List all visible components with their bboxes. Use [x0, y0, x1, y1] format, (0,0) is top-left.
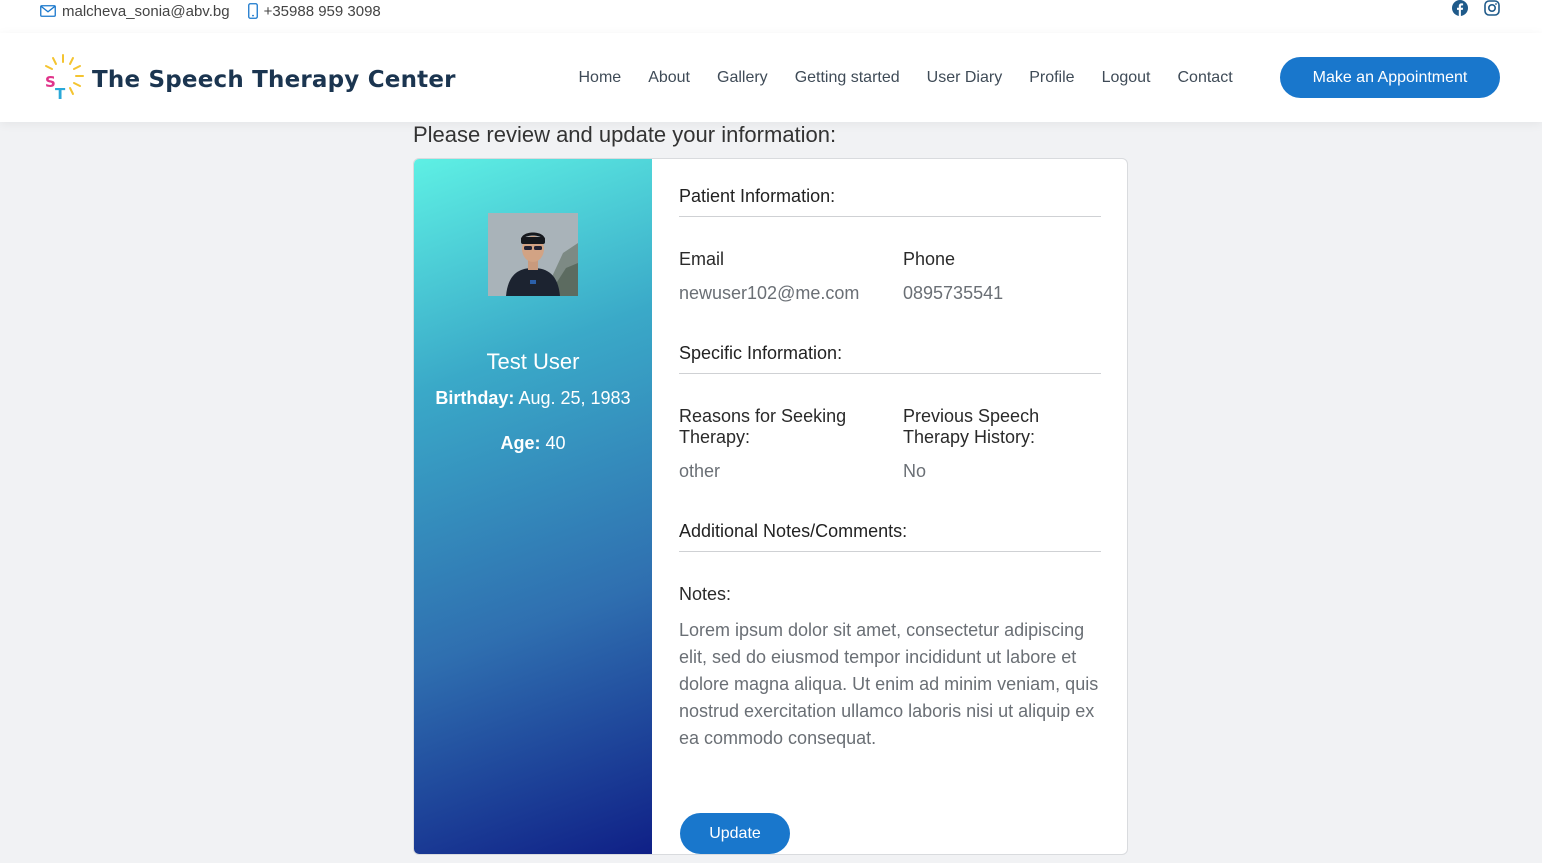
avatar: [488, 213, 578, 296]
top-contact-bar: malcheva_sonia@abv.bg +35988 959 3098: [0, 0, 1542, 33]
nav-gallery[interactable]: Gallery: [704, 69, 782, 87]
update-button[interactable]: Update: [680, 813, 790, 854]
social-links: [1452, 0, 1500, 20]
nav-profile[interactable]: Profile: [1016, 69, 1088, 87]
contact-email-text: malcheva_sonia@abv.bg: [62, 2, 230, 20]
birthday-label: Birthday:: [435, 388, 515, 408]
nav-home[interactable]: Home: [565, 69, 635, 87]
site-logo[interactable]: S T The Speech Therapy Center: [40, 53, 456, 106]
main-nav: Home About Gallery Getting started User …: [565, 33, 1246, 122]
envelope-icon: [40, 5, 56, 17]
user-age: Age: 40: [414, 433, 652, 454]
contact-phone-text: +35988 959 3098: [263, 2, 381, 20]
age-label: Age:: [500, 433, 541, 453]
age-value: 40: [545, 433, 566, 453]
sun-logo-icon: S T: [40, 53, 86, 106]
user-name: Test User: [486, 349, 580, 374]
main-header: S T The Speech Therapy Center Home About…: [0, 33, 1542, 122]
notes-label: Notes:: [679, 584, 732, 604]
nav-contact[interactable]: Contact: [1164, 69, 1246, 87]
notes-title: Additional Notes/Comments:: [679, 521, 1101, 552]
nav-logout[interactable]: Logout: [1088, 69, 1164, 87]
phone-value: 0895735541: [903, 283, 1004, 303]
notes-text: Lorem ipsum dolor sit amet, consectetur …: [679, 620, 1099, 748]
email-label: Email: [679, 249, 725, 269]
svg-text:T: T: [55, 85, 66, 101]
contact-email[interactable]: malcheva_sonia@abv.bg: [40, 3, 230, 20]
history-value: No: [903, 461, 927, 481]
profile-card: Test User Birthday: Aug. 25, 1983 Age: 4…: [413, 158, 1128, 855]
email-value: newuser102@me.com: [679, 283, 860, 303]
nav-about[interactable]: About: [635, 69, 704, 87]
history-label: Previous Speech Therapy History:: [903, 406, 1040, 447]
make-appointment-button[interactable]: Make an Appointment: [1280, 57, 1500, 98]
logo-title: The Speech Therapy Center: [92, 66, 456, 93]
page-title: Please review and update your informatio…: [413, 122, 837, 147]
patient-info-title: Patient Information:: [679, 186, 1101, 217]
phone-label: Phone: [903, 249, 956, 269]
contact-phone[interactable]: +35988 959 3098: [247, 2, 381, 20]
user-birthday: Birthday: Aug. 25, 1983: [414, 388, 652, 409]
nav-getting-started[interactable]: Getting started: [781, 69, 913, 87]
profile-sidebar: Test User Birthday: Aug. 25, 1983 Age: 4…: [414, 159, 652, 854]
facebook-icon[interactable]: [1452, 0, 1468, 20]
phone-icon: [247, 3, 258, 19]
birthday-value: Aug. 25, 1983: [518, 388, 631, 408]
nav-user-diary[interactable]: User Diary: [913, 69, 1016, 87]
specific-info-title: Specific Information:: [679, 343, 1101, 374]
contact-info: malcheva_sonia@abv.bg +35988 959 3098: [40, 0, 381, 22]
instagram-icon[interactable]: [1484, 0, 1500, 20]
reasons-label: Reasons for Seeking Therapy:: [679, 406, 847, 447]
reasons-value: other: [679, 461, 721, 481]
